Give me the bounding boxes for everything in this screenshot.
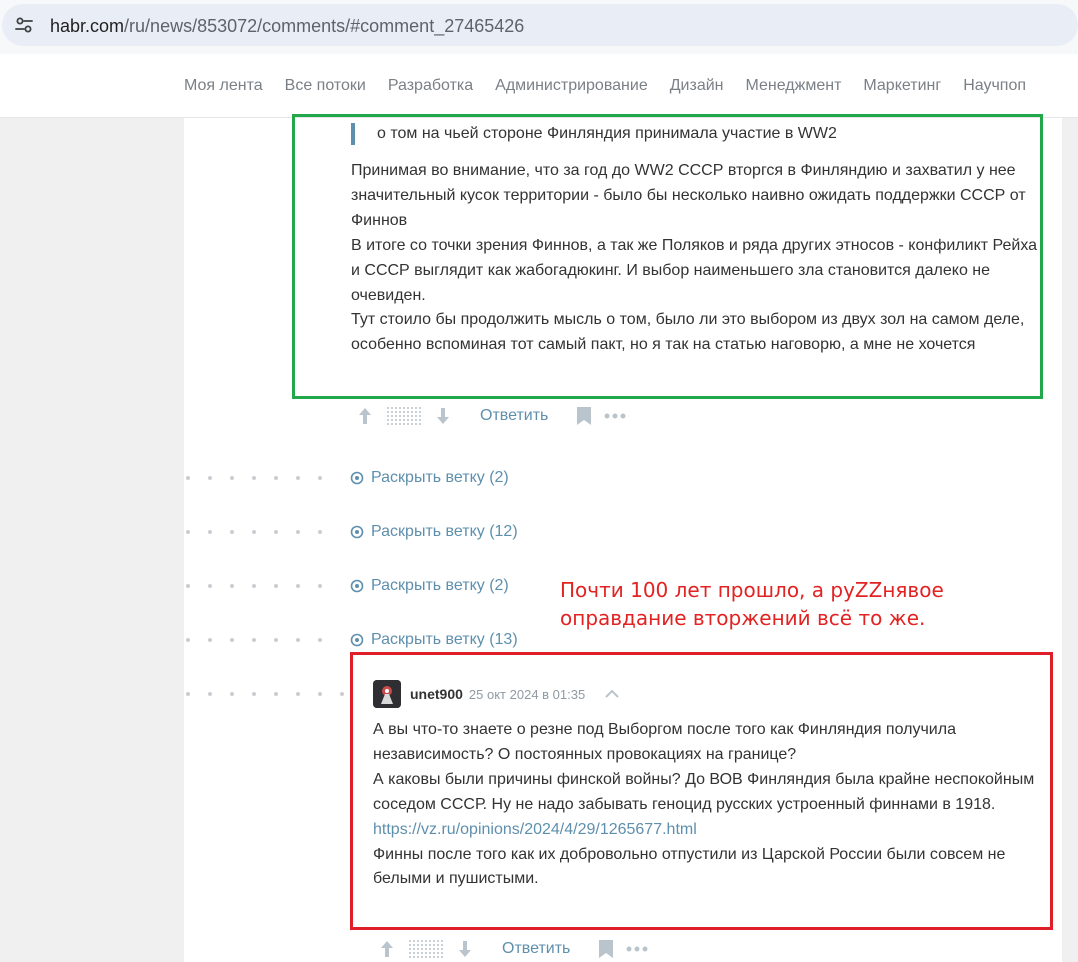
tune-icon[interactable] (14, 15, 34, 35)
browser-toolbar: habr.com/ru/news/853072/comments/#commen… (0, 0, 1078, 54)
nav-item-administration[interactable]: Администрирование (495, 76, 648, 96)
expand-branch-label: Раскрыть ветку (2) (371, 469, 509, 486)
nav-items: Моя лента Все потоки Разработка Админист… (184, 76, 1048, 96)
comment-actions: Ответить (356, 404, 626, 428)
comment-actions: Ответить (378, 937, 648, 961)
thread-depth-dots (186, 530, 340, 534)
expand-branch-label: Раскрыть ветку (2) (371, 577, 509, 594)
expand-branch-label: Раскрыть ветку (13) (371, 631, 518, 648)
bookmark-icon[interactable] (598, 939, 614, 959)
red-highlight-box (350, 652, 1053, 930)
expand-target-icon (350, 471, 364, 485)
nav-item-marketing[interactable]: Маркетинг (863, 76, 941, 96)
expand-branch-link[interactable]: Раскрыть ветку (12) (350, 521, 518, 543)
red-annotation-text: Почти 100 лет прошло, а руZZнявое оправд… (560, 576, 960, 632)
annotation-line: оправдание вторжений всё то же. (560, 606, 926, 630)
green-highlight-box (292, 114, 1043, 399)
more-options-icon[interactable] (626, 945, 648, 953)
annotation-line: Почти 100 лет прошло, а руZZнявое (560, 578, 944, 602)
downvote-arrow-icon[interactable] (456, 938, 474, 960)
expand-branch-link[interactable]: Раскрыть ветку (2) (350, 467, 509, 489)
expand-branch-link[interactable]: Раскрыть ветку (2) (350, 575, 509, 597)
thread-depth-dots (186, 692, 362, 696)
nav-item-development[interactable]: Разработка (388, 76, 473, 96)
nav-item-design[interactable]: Дизайн (670, 76, 724, 96)
nav-item-management[interactable]: Менеджмент (746, 76, 842, 96)
rating-score-placeholder (386, 406, 422, 426)
nav-item-feed[interactable]: Моя лента (184, 76, 263, 96)
thread-depth-dots (186, 476, 340, 480)
more-options-icon[interactable] (604, 412, 626, 420)
upvote-arrow-icon[interactable] (378, 938, 396, 960)
reply-button[interactable]: Ответить (502, 940, 570, 958)
upvote-arrow-icon[interactable] (356, 405, 374, 427)
url-host: habr.com (50, 16, 125, 36)
bookmark-icon[interactable] (576, 406, 592, 426)
hub-navigation: Моя лента Все потоки Разработка Админист… (0, 54, 1078, 118)
expand-target-icon (350, 525, 364, 539)
nav-item-all-streams[interactable]: Все потоки (285, 76, 366, 96)
nav-item-popsci[interactable]: Научпоп (963, 76, 1026, 96)
expand-branch-label: Раскрыть ветку (12) (371, 523, 518, 540)
url-path: /ru/news/853072/comments/#comment_274654… (124, 16, 525, 36)
address-bar[interactable]: habr.com/ru/news/853072/comments/#commen… (2, 4, 1078, 46)
thread-depth-dots (186, 638, 340, 642)
downvote-arrow-icon[interactable] (434, 405, 452, 427)
reply-button[interactable]: Ответить (480, 407, 548, 425)
expand-target-icon (350, 633, 364, 647)
expand-target-icon (350, 579, 364, 593)
expand-branch-link[interactable]: Раскрыть ветку (13) (350, 629, 518, 651)
thread-depth-dots (186, 584, 340, 588)
rating-score-placeholder (408, 939, 444, 959)
url-text[interactable]: habr.com/ru/news/853072/comments/#commen… (50, 15, 524, 37)
